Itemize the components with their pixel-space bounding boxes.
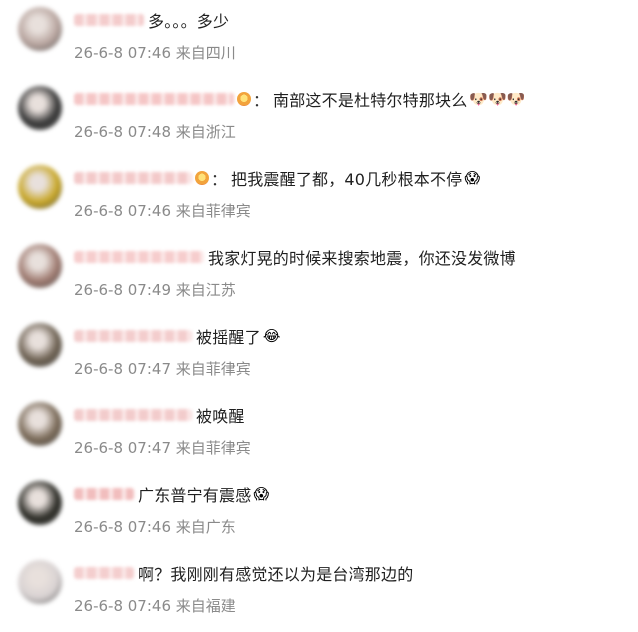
colon: ：	[253, 91, 270, 110]
avatar[interactable]	[18, 165, 62, 209]
comment-line: ： 被唤醒	[74, 403, 245, 427]
comment-time: 26-6-8 07:46	[74, 597, 171, 615]
username[interactable]	[74, 251, 204, 263]
comment-location: 来自四川	[175, 44, 236, 62]
username[interactable]	[74, 330, 192, 342]
colon: ：	[211, 170, 228, 189]
username[interactable]	[74, 409, 192, 421]
comment-time: 26-6-8 07:46	[74, 202, 171, 220]
comment-location: 来自广东	[175, 518, 236, 536]
comment-item: ： 我家灯晃的时候来搜索地震，你还没发微博 26-6-8 07:49 来自江苏	[0, 237, 638, 316]
fan-badge-icon	[195, 171, 209, 185]
avatar[interactable]	[18, 244, 62, 288]
comment-meta: 26-6-8 07:46 来自广东	[74, 516, 236, 537]
comment-item: ： 广东普宁有震感 😱 26-6-8 07:46 来自广东	[0, 474, 638, 553]
avatar[interactable]	[18, 402, 62, 446]
comment-text: 广东普宁有震感	[138, 486, 252, 505]
avatar[interactable]	[18, 7, 62, 51]
comment-line: ： 多。。。多少	[74, 8, 229, 32]
comment-location: 来自菲律宾	[175, 439, 251, 457]
comment-time: 26-6-8 07:47	[74, 439, 171, 457]
comment-text: 啊？我刚刚有感觉还以为是台湾那边的	[138, 565, 414, 584]
laughing-emoji-icon: 😂	[262, 327, 281, 345]
comment-item: ： 把我震醒了都，40几秒根本不停 😱 26-6-8 07:46 来自菲律宾	[0, 158, 638, 237]
username[interactable]	[74, 567, 134, 579]
comment-text: 南部这不是杜特尔特那块么	[273, 91, 468, 110]
fan-badge-icon	[237, 92, 251, 106]
comment-line: ： 南部这不是杜特尔特那块么 🐶🐶🐶	[74, 87, 525, 111]
comment-item: ： 被摇醒了 😂 26-6-8 07:47 来自菲律宾	[0, 316, 638, 395]
comment-location: 来自菲律宾	[175, 360, 251, 378]
comment-time: 26-6-8 07:47	[74, 360, 171, 378]
comment-item: ： 被唤醒 26-6-8 07:47 来自菲律宾	[0, 395, 638, 474]
comment-time: 26-6-8 07:46	[74, 44, 171, 62]
comment-text: 被摇醒了	[196, 328, 261, 347]
comment-location: 来自江苏	[175, 281, 236, 299]
username[interactable]	[74, 93, 234, 105]
comment-time: 26-6-8 07:46	[74, 518, 171, 536]
comment-text: 把我震醒了都，40几秒根本不停	[231, 170, 463, 189]
comment-line: ： 广东普宁有震感 😱	[74, 482, 269, 506]
comment-text: 多。。。多少	[148, 12, 230, 31]
comment-item: ： 多。。。多少 26-6-8 07:46 来自四川	[0, 0, 638, 79]
comment-item: ： 啊？我刚刚有感觉还以为是台湾那边的 26-6-8 07:46 来自福建	[0, 553, 638, 632]
scared-emoji-icon: 😱	[464, 169, 481, 187]
comment-location: 来自浙江	[175, 123, 236, 141]
dog-emoji-icon: 🐶🐶🐶	[469, 90, 526, 108]
username[interactable]	[74, 172, 192, 184]
comment-list: ： 多。。。多少 26-6-8 07:46 来自四川 ： 南部这不是杜特尔特那块…	[0, 0, 638, 625]
comment-meta: 26-6-8 07:46 来自菲律宾	[74, 200, 251, 221]
comment-text: 我家灯晃的时候来搜索地震，你还没发微博	[208, 249, 516, 268]
comment-time: 26-6-8 07:49	[74, 281, 171, 299]
username[interactable]	[74, 14, 144, 26]
avatar[interactable]	[18, 86, 62, 130]
comment-line: ： 我家灯晃的时候来搜索地震，你还没发微博	[74, 245, 516, 269]
username[interactable]	[74, 488, 134, 500]
avatar[interactable]	[18, 560, 62, 604]
comment-meta: 26-6-8 07:47 来自菲律宾	[74, 358, 251, 379]
comment-meta: 26-6-8 07:47 来自菲律宾	[74, 437, 251, 458]
comment-line: ： 啊？我刚刚有感觉还以为是台湾那边的	[74, 561, 413, 585]
comment-line: ： 把我震醒了都，40几秒根本不停 😱	[74, 166, 480, 190]
comment-meta: 26-6-8 07:46 来自福建	[74, 595, 236, 616]
avatar[interactable]	[18, 323, 62, 367]
comment-line: ： 被摇醒了 😂	[74, 324, 280, 348]
comment-text: 被唤醒	[196, 407, 245, 426]
avatar[interactable]	[18, 481, 62, 525]
comment-time: 26-6-8 07:48	[74, 123, 171, 141]
scared-emoji-icon: 😱	[253, 485, 270, 503]
comment-location: 来自福建	[175, 597, 236, 615]
comment-meta: 26-6-8 07:46 来自四川	[74, 42, 236, 63]
comment-meta: 26-6-8 07:49 来自江苏	[74, 279, 236, 300]
comment-location: 来自菲律宾	[175, 202, 251, 220]
comment-meta: 26-6-8 07:48 来自浙江	[74, 121, 236, 142]
comment-item: ： 南部这不是杜特尔特那块么 🐶🐶🐶 26-6-8 07:48 来自浙江	[0, 79, 638, 158]
